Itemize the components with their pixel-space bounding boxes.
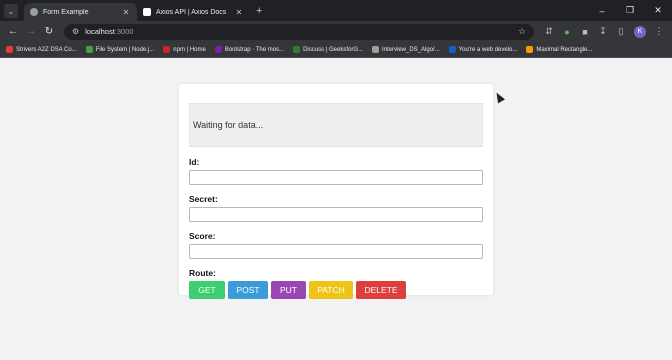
bookmarks-bar: Strivers A2Z DSA Co... File System | Nod… — [0, 42, 672, 58]
bookmark-favicon-icon — [163, 46, 171, 53]
downloads-icon[interactable]: ↧ — [594, 26, 612, 37]
score-label: Score: — [189, 231, 216, 241]
tab-title: Form Example — [43, 8, 89, 16]
output-text: Waiting for data... — [193, 120, 264, 130]
mouse-cursor-icon — [493, 90, 505, 104]
bookmark-item[interactable]: Strivers A2Z DSA Co... — [6, 46, 77, 53]
route-buttons: GET POST PUT PATCH DELETE — [189, 281, 483, 299]
restore-icon[interactable]: ❐ — [616, 0, 644, 21]
score-input[interactable] — [189, 244, 483, 259]
form-card: Waiting for data... Id: Secret: Score: R… — [179, 84, 493, 299]
globe-icon — [30, 8, 38, 16]
back-icon[interactable]: ← — [4, 26, 22, 37]
bookmark-label: npm | Home — [173, 46, 206, 53]
bookmark-favicon-icon — [448, 46, 456, 53]
bookmark-item[interactable]: Interview_DS_Algo/... — [372, 46, 440, 53]
patch-button[interactable]: PATCH — [309, 281, 353, 299]
bookmark-favicon-icon — [214, 46, 222, 53]
address-bar[interactable]: ⚙ localhost:3000 ☆ — [64, 23, 534, 40]
bookmark-label: Interview_DS_Algo/... — [382, 46, 440, 53]
tab-axios-docs[interactable]: Axios API | Axios Docs ✕ — [137, 3, 250, 21]
bookmark-label: You're a web develo... — [458, 46, 518, 53]
tab-form-example[interactable]: Form Example ✕ — [24, 3, 137, 21]
browser-chrome: ⌄ Form Example ✕ Axios API | Axios Docs … — [0, 0, 672, 58]
get-button[interactable]: GET — [189, 281, 225, 299]
browser-toolbar: ← → ↻ ⚙ localhost:3000 ☆ ⇵ ● ■ ↧ ▯ K ⋮ — [0, 21, 672, 42]
bookmark-label: Discuss | GeeksforG... — [303, 46, 363, 53]
site-info-icon[interactable]: ⚙ — [72, 27, 79, 36]
post-button[interactable]: POST — [228, 281, 268, 299]
bookmark-favicon-icon — [6, 46, 13, 53]
bookmark-item[interactable]: You're a web develo... — [448, 46, 518, 53]
extension-leaf-icon[interactable]: ● — [558, 27, 576, 37]
bookmark-label: Strivers A2Z DSA Co... — [16, 46, 77, 53]
page-viewport: Waiting for data... Id: Secret: Score: R… — [0, 58, 672, 360]
profile-avatar[interactable]: K — [634, 25, 646, 38]
bookmark-label: Bootstrap · The mos... — [224, 46, 285, 53]
id-label: Id: — [189, 157, 200, 167]
secret-label: Secret: — [189, 194, 218, 204]
reload-icon[interactable]: ↻ — [40, 26, 58, 37]
window-controls: – ❐ ✕ — [588, 0, 672, 21]
tab-search-icon[interactable]: ⌄ — [4, 4, 18, 18]
close-window-icon[interactable]: ✕ — [644, 0, 672, 21]
tab-title: Axios API | Axios Docs — [156, 8, 227, 16]
bookmark-item[interactable]: Discuss | GeeksforG... — [293, 46, 363, 53]
put-button[interactable]: PUT — [271, 281, 306, 299]
download-arrow-icon[interactable]: ⇵ — [540, 26, 558, 37]
bookmark-label: Maximal Rectangle... — [536, 46, 593, 53]
extensions-puzzle-icon[interactable]: ■ — [576, 27, 594, 37]
menu-kebab-icon[interactable]: ⋮ — [650, 26, 668, 37]
url-port: :3000 — [114, 27, 134, 36]
bookmark-favicon-icon — [85, 46, 93, 53]
bookmark-favicon-icon — [293, 46, 301, 53]
delete-button[interactable]: DELETE — [356, 281, 406, 299]
bookmark-item[interactable]: File System | Node.j... — [85, 46, 155, 53]
axios-icon — [143, 8, 151, 16]
bookmark-item[interactable]: npm | Home — [163, 46, 206, 53]
route-label: Route: — [189, 268, 216, 278]
bookmark-star-icon[interactable]: ☆ — [518, 26, 526, 37]
url-host: localhost — [85, 27, 115, 36]
id-input[interactable] — [189, 170, 483, 185]
bookmark-label: File System | Node.j... — [95, 46, 155, 53]
sidepanel-icon[interactable]: ▯ — [612, 26, 630, 37]
bookmark-item[interactable]: Maximal Rectangle... — [526, 46, 592, 53]
close-tab-icon[interactable]: ✕ — [121, 8, 131, 17]
tab-strip: ⌄ Form Example ✕ Axios API | Axios Docs … — [0, 0, 672, 21]
forward-icon[interactable]: → — [22, 26, 40, 37]
new-tab-icon[interactable]: + — [256, 5, 262, 17]
bookmark-item[interactable]: Bootstrap · The mos... — [214, 46, 285, 53]
response-output: Waiting for data... — [189, 103, 483, 147]
bookmark-favicon-icon — [372, 46, 379, 53]
minimize-icon[interactable]: – — [588, 0, 616, 21]
close-tab-icon[interactable]: ✕ — [234, 8, 244, 17]
bookmark-favicon-icon — [526, 46, 534, 53]
secret-input[interactable] — [189, 207, 483, 222]
